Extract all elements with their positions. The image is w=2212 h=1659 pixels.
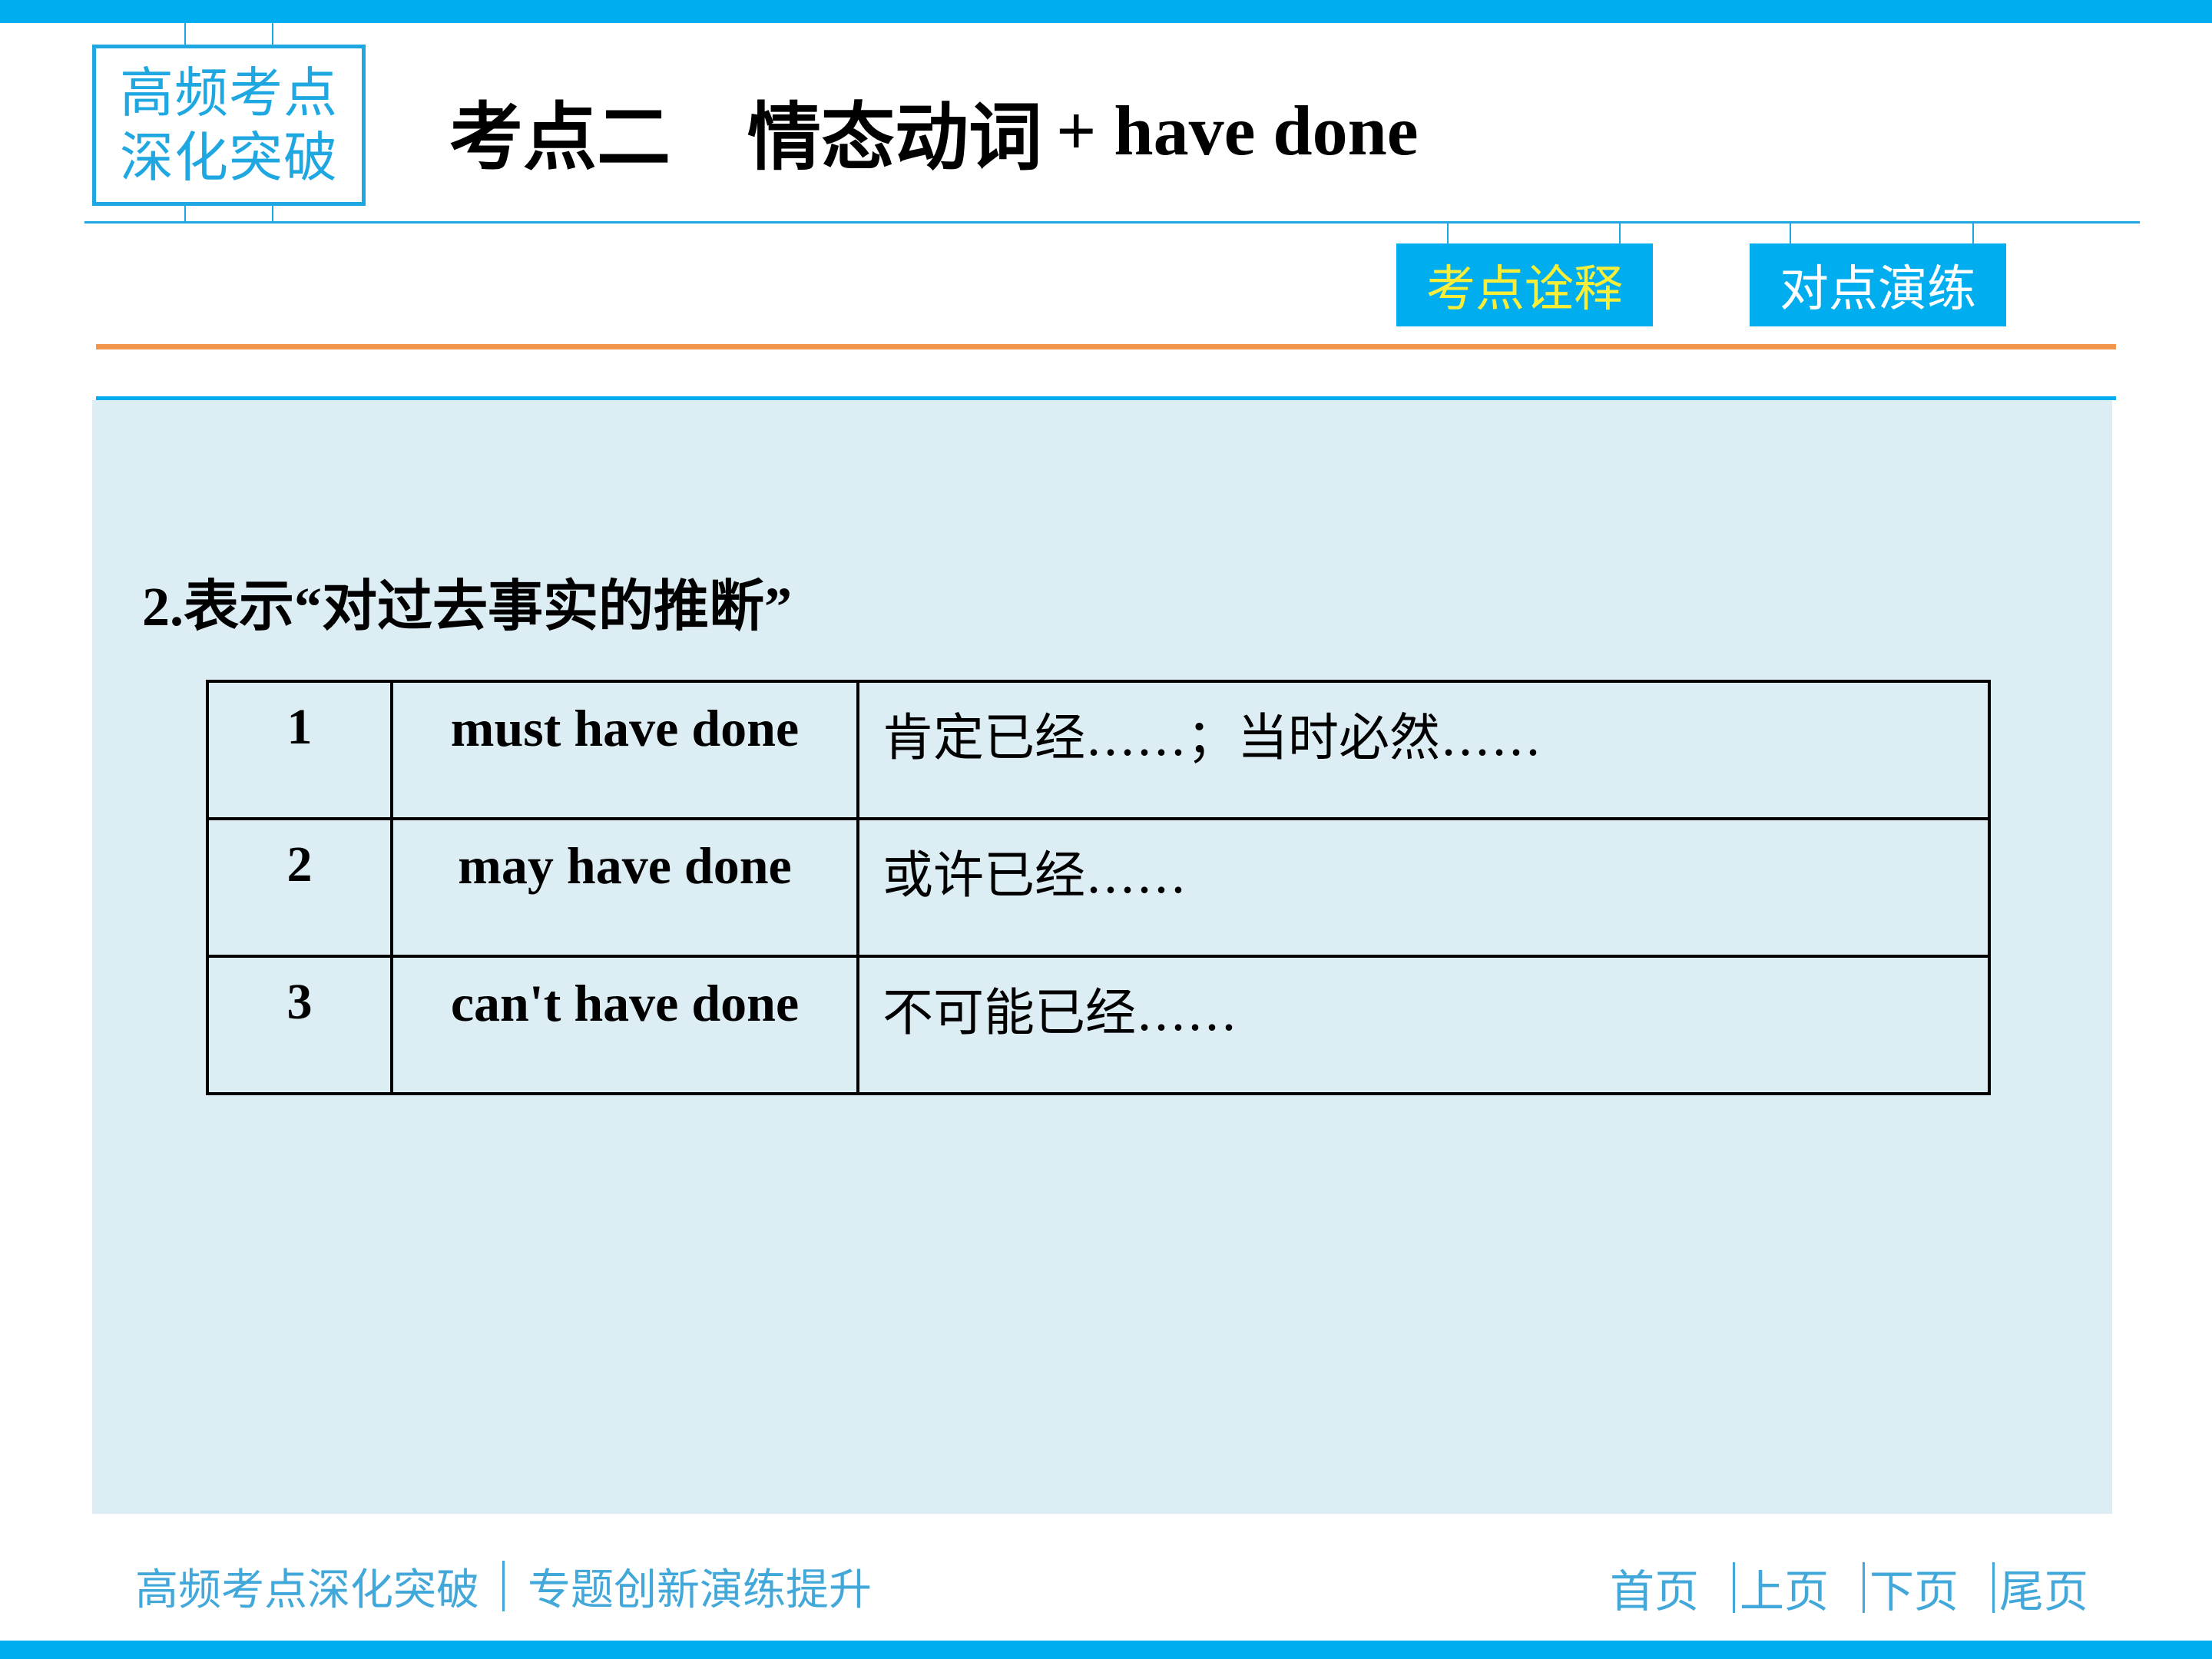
- table-row: 1 must have done 肯定已经……；当时必然……: [206, 680, 1991, 820]
- bottom-accent-bar: [0, 1641, 2212, 1659]
- page-title: 考点二 情态动词 + have done: [449, 81, 1419, 180]
- tab-explanation[interactable]: 考点诠释: [1396, 243, 1653, 326]
- tab-practice-label: 对点演练: [1780, 261, 1976, 318]
- section-heading: 2.表示“对过去事实的推断”: [142, 576, 793, 637]
- page-navigation: 首页 上页 下页 尾页: [1610, 1561, 2088, 1618]
- nav-next-page[interactable]: 下页: [1869, 1555, 1959, 1620]
- row-meaning: 或许已经……: [856, 817, 1991, 958]
- footer-link-practice[interactable]: 专题创新演练提升: [528, 1555, 872, 1618]
- nav-separator: [1992, 1562, 1995, 1613]
- modal-verb-table: 1 must have done 肯定已经……；当时必然…… 2 may hav…: [206, 680, 1991, 1095]
- logo-tick: [272, 23, 273, 46]
- footer-link-high-frequency[interactable]: 高频考点深化突破: [135, 1555, 479, 1618]
- tab-tick: [1790, 224, 1791, 243]
- row-meaning: 不可能已经……: [856, 955, 1991, 1095]
- nav-previous-page[interactable]: 上页: [1740, 1555, 1829, 1620]
- nav-first-page[interactable]: 首页: [1610, 1555, 1699, 1620]
- title-english: + have done: [1056, 91, 1419, 170]
- row-phrase: must have done: [390, 680, 859, 820]
- orange-divider: [96, 344, 2116, 349]
- table-row: 3 can't have done 不可能已经……: [206, 955, 1991, 1095]
- nav-separator: [1733, 1562, 1736, 1613]
- table-row: 2 may have done 或许已经……: [206, 817, 1991, 958]
- row-meaning: 肯定已经……；当时必然……: [856, 680, 1991, 820]
- row-number: 3: [206, 955, 393, 1095]
- top-accent-bar: [0, 0, 2212, 23]
- row-number: 2: [206, 817, 393, 958]
- logo-tick: [184, 23, 186, 46]
- logo-tick: [272, 206, 273, 221]
- row-phrase: can't have done: [390, 955, 859, 1095]
- footer-separator: [502, 1561, 505, 1611]
- header-divider: [84, 221, 2140, 224]
- logo-line-2: 深化突破: [120, 126, 338, 189]
- tab-practice[interactable]: 对点演练: [1750, 243, 2006, 326]
- section-logo: 高频考点 深化突破: [92, 45, 366, 206]
- logo-tick: [184, 206, 186, 221]
- tab-tick: [1447, 224, 1449, 243]
- tab-tick: [1972, 224, 1974, 243]
- row-number: 1: [206, 680, 393, 820]
- tab-explanation-label: 考点诠释: [1426, 261, 1623, 318]
- nav-last-page[interactable]: 尾页: [1999, 1555, 2088, 1620]
- title-part-2: 情态动词: [747, 94, 1042, 180]
- tab-tick: [1619, 224, 1621, 243]
- footer-breadcrumb: 高频考点深化突破 专题创新演练提升: [135, 1559, 872, 1615]
- nav-separator: [1863, 1562, 1866, 1613]
- title-part-1: 考点二: [449, 94, 671, 180]
- logo-line-1: 高频考点: [120, 61, 338, 124]
- row-phrase: may have done: [390, 817, 859, 958]
